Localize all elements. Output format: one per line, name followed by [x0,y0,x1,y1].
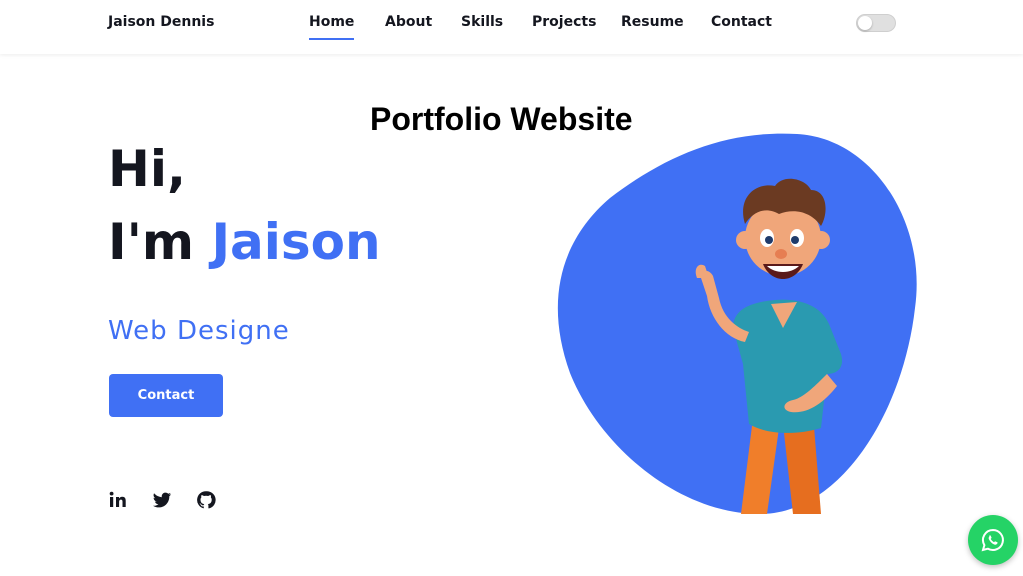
github-icon[interactable] [196,490,216,510]
brand-name[interactable]: Jaison Dennis [108,14,214,30]
toggle-knob [858,16,872,30]
whatsapp-button[interactable] [968,515,1018,565]
linkedin-icon[interactable] [108,490,128,510]
whatsapp-icon [981,528,1004,552]
hero-intro-prefix: I'm [108,213,195,271]
avatar-illustration [557,133,917,514]
hero-role: Web Designe [108,316,290,346]
navbar: Jaison Dennis Home About Skills Projects… [0,0,1023,54]
contact-button[interactable]: Contact [109,374,223,417]
hero-name: Jaison [211,213,381,271]
theme-toggle[interactable] [856,14,896,32]
hero-greeting: Hi, [108,140,186,198]
nav-contact[interactable]: Contact [711,14,772,30]
nav-about[interactable]: About [385,14,432,30]
nav-resume[interactable]: Resume [621,14,684,30]
nav-projects[interactable]: Projects [532,14,596,30]
hero-intro: I'm Jaison [108,213,381,271]
nav-skills[interactable]: Skills [461,14,503,30]
nav-home[interactable]: Home [309,14,355,40]
twitter-icon[interactable] [152,490,172,510]
